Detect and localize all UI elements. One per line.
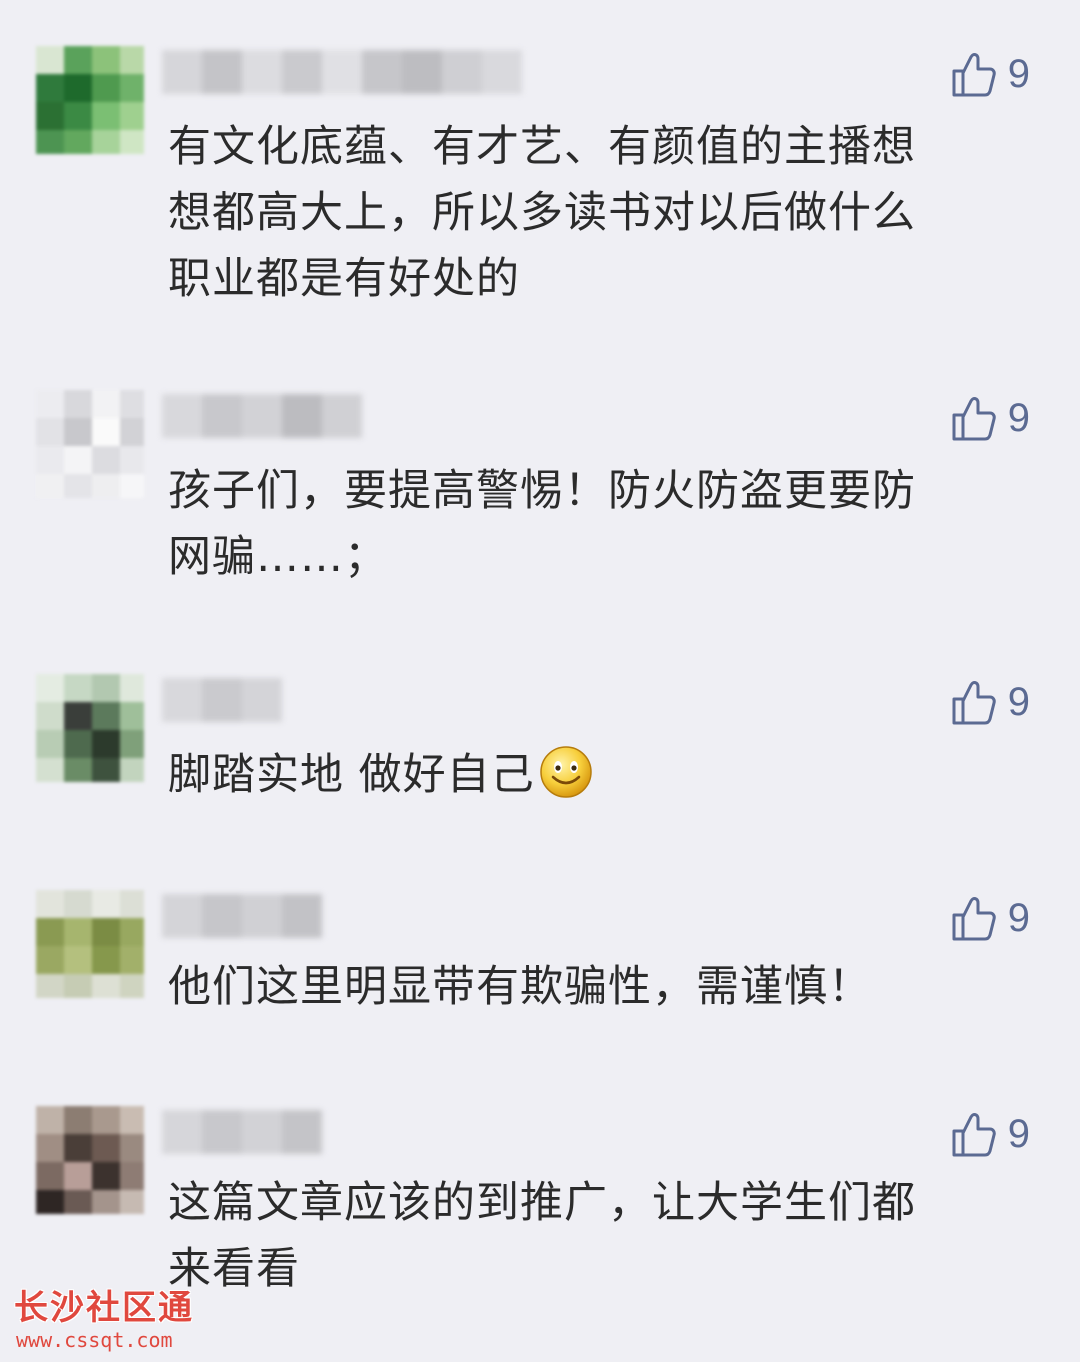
like-count: 9 bbox=[1007, 679, 1030, 724]
thumbs-up-icon bbox=[952, 681, 996, 725]
like-button[interactable]: 9 bbox=[950, 390, 1030, 446]
thumbs-up-icon bbox=[952, 53, 996, 97]
comment-line: 这篇文章应该的到推广，让大学生们都 bbox=[168, 1178, 916, 1228]
avatar[interactable] bbox=[36, 890, 144, 998]
comment-line: 孩子们，要提高警惕！防火防盗更要防 bbox=[168, 466, 916, 516]
comment-text: 孩子们，要提高警惕！防火防盗更要防 网骗……； bbox=[168, 458, 1018, 590]
comment-text: 有文化底蕴、有才艺、有颜值的主播想 想都高大上，所以多读书对以后做什么 职业都是… bbox=[168, 114, 1018, 312]
comment-line: 来看看 bbox=[168, 1244, 300, 1294]
comment-line: 网骗……； bbox=[168, 532, 388, 582]
like-count: 9 bbox=[1007, 895, 1030, 940]
avatar[interactable] bbox=[36, 46, 144, 154]
comment-line: 想都高大上，所以多读书对以后做什么 bbox=[168, 188, 916, 238]
username-blurred[interactable] bbox=[162, 678, 282, 726]
comment-text: 他们这里明显带有欺骗性，需谨慎！ bbox=[168, 954, 1018, 1020]
comment-text: 脚踏实地 做好自己 bbox=[168, 742, 1018, 808]
username-blurred[interactable] bbox=[162, 50, 522, 98]
avatar[interactable] bbox=[36, 1106, 144, 1214]
watermark-title: 长沙社区通 bbox=[14, 1288, 194, 1328]
like-button[interactable]: 9 bbox=[950, 890, 1030, 946]
watermark-url: www.cssqt.com bbox=[16, 1328, 173, 1352]
like-button[interactable]: 9 bbox=[950, 1106, 1030, 1162]
comment-text: 这篇文章应该的到推广，让大学生们都 来看看 bbox=[168, 1170, 1018, 1302]
like-count: 9 bbox=[1007, 1111, 1030, 1156]
watermark: 长沙社区通 www.cssqt.com bbox=[14, 1288, 244, 1352]
like-button[interactable]: 9 bbox=[950, 46, 1030, 102]
username-blurred[interactable] bbox=[162, 394, 362, 442]
comment-line: 脚踏实地 做好自己 bbox=[168, 750, 535, 800]
comment-line: 有文化底蕴、有才艺、有颜值的主播想 bbox=[168, 122, 916, 172]
smile-emoji-icon bbox=[539, 746, 592, 798]
comment-line: 职业都是有好处的 bbox=[168, 254, 520, 304]
like-count: 9 bbox=[1007, 395, 1030, 440]
comment-line: 他们这里明显带有欺骗性，需谨慎！ bbox=[168, 962, 872, 1012]
avatar[interactable] bbox=[36, 390, 144, 498]
thumbs-up-icon bbox=[952, 1113, 996, 1157]
like-count: 9 bbox=[1007, 51, 1030, 96]
thumbs-up-icon bbox=[952, 897, 996, 941]
like-button[interactable]: 9 bbox=[950, 674, 1030, 730]
thumbs-up-icon bbox=[952, 397, 996, 441]
avatar[interactable] bbox=[36, 674, 144, 782]
username-blurred[interactable] bbox=[162, 1110, 322, 1158]
username-blurred[interactable] bbox=[162, 894, 322, 942]
